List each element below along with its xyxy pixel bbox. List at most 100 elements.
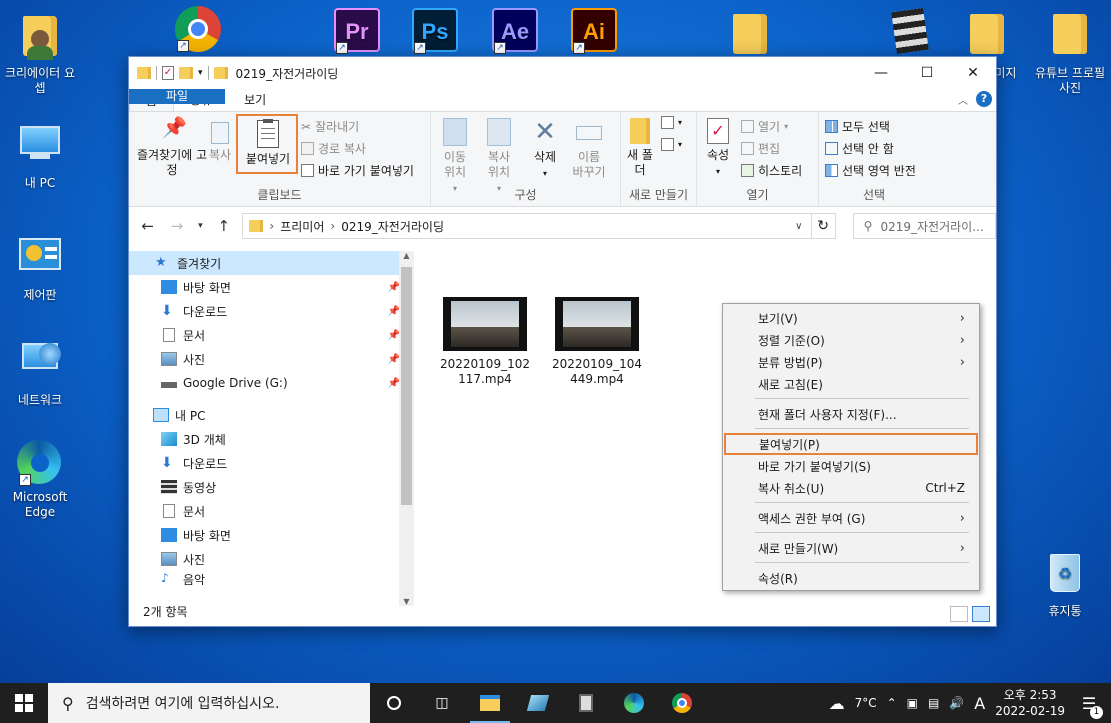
weather-temp[interactable]: 7°C	[855, 696, 877, 710]
copy-to-button[interactable]: 복사 위치 ▾	[481, 118, 517, 196]
details-view-button[interactable]	[950, 606, 968, 622]
scrollbar-thumb[interactable]	[401, 267, 412, 505]
nav-quick-access[interactable]: ★ 즐겨찾기	[129, 251, 414, 275]
nav-item-downloads[interactable]: ⬇ 다운로드 📌	[129, 299, 414, 323]
new-folder-icon[interactable]	[179, 67, 193, 79]
menu-item-new[interactable]: 새로 만들기(W) ›	[723, 537, 979, 559]
taskbar-search[interactable]: ⚲ 검색하려면 여기에 입력하십시오.	[48, 683, 370, 723]
taskbar-calculator[interactable]	[562, 683, 610, 723]
taskbar-app-notes[interactable]	[514, 683, 562, 723]
open-button[interactable]: 열기 ▾	[741, 118, 788, 135]
menu-item-paste-shortcut[interactable]: 바로 가기 붙여넣기(S)	[723, 455, 979, 477]
menu-item-properties[interactable]: 속성(R)	[723, 567, 979, 589]
new-item-button[interactable]: ▾	[661, 116, 682, 129]
scroll-down-icon[interactable]: ▼	[399, 597, 414, 606]
breadcrumb-item[interactable]: 0219_자전거라이딩	[341, 218, 444, 235]
nav-item-3d-objects[interactable]: 3D 개체	[129, 427, 414, 451]
copy-button[interactable]: 복사	[203, 120, 237, 163]
nav-item-desktop[interactable]: 바탕 화면 📌	[129, 275, 414, 299]
desktop-icon-photoshop[interactable]: Ps ↗	[395, 8, 475, 58]
desktop-icon-this-pc[interactable]: 내 PC	[0, 120, 80, 191]
file-item[interactable]: 20220109_104449.mp4	[549, 297, 645, 387]
nav-item-documents[interactable]: 문서 📌	[129, 323, 414, 347]
up-button[interactable]: ↑	[213, 217, 234, 235]
new-folder-button[interactable]: 새 폴더	[625, 118, 655, 178]
tab-file[interactable]: 파일	[129, 89, 225, 104]
desktop-icon-creator[interactable]: 크리에이터 요셉	[0, 10, 80, 96]
maximize-button[interactable]: ☐	[904, 57, 950, 89]
recent-locations-button[interactable]: ▾	[196, 221, 206, 231]
desktop-icon-chrome[interactable]: ↗	[158, 6, 238, 56]
edit-button[interactable]: 편집	[741, 140, 780, 157]
select-none-button[interactable]: 선택 안 함	[825, 140, 894, 157]
desktop-icon-after-effects[interactable]: Ae ↗	[475, 8, 555, 58]
taskbar-chrome[interactable]	[658, 683, 706, 723]
menu-item-paste[interactable]: 붙여넣기(P)	[724, 433, 978, 455]
desktop-icon-premiere[interactable]: Pr ↗	[317, 8, 397, 58]
taskbar-file-explorer[interactable]	[466, 683, 514, 723]
rename-button[interactable]: 이름 바꾸기	[571, 118, 607, 180]
invert-selection-button[interactable]: 선택 영역 반전	[825, 162, 916, 179]
task-view-button[interactable]: ◫	[418, 683, 466, 723]
select-all-button[interactable]: 모두 선택	[825, 118, 890, 135]
nav-item-pc-documents[interactable]: 문서	[129, 499, 414, 523]
address-dropdown-icon[interactable]: ∨	[795, 221, 802, 232]
clock[interactable]: 오후 2:53 2022-02-19	[995, 687, 1065, 719]
ribbon-collapse-icon[interactable]: ︿	[958, 92, 968, 107]
delete-button[interactable]: ✕ 삭제 ▾	[527, 118, 563, 181]
desktop-icon-network[interactable]: 네트워크	[0, 335, 80, 408]
nav-item-pc-pictures[interactable]: 사진	[129, 547, 414, 571]
forward-button[interactable]: →	[166, 217, 187, 235]
menu-item-customize-folder[interactable]: 현재 폴더 사용자 지정(F)...	[723, 403, 979, 425]
nav-item-pc-desktop[interactable]: 바탕 화면	[129, 523, 414, 547]
desktop-icon-film[interactable]	[870, 7, 950, 60]
back-button[interactable]: ←	[137, 217, 158, 235]
nav-item-pc-downloads[interactable]: ⬇ 다운로드	[129, 451, 414, 475]
desktop-icon-illustrator[interactable]: Ai ↗	[554, 8, 634, 58]
paste-shortcut-button[interactable]: 바로 가기 붙여넣기	[301, 162, 414, 179]
breadcrumb-item[interactable]: 프리미어	[280, 218, 324, 235]
menu-item-undo-copy[interactable]: 복사 취소(U) Ctrl+Z	[723, 477, 979, 499]
nav-this-pc[interactable]: 내 PC	[129, 403, 414, 427]
scroll-up-icon[interactable]: ▲	[399, 251, 414, 260]
tab-view[interactable]: 보기	[228, 89, 282, 111]
file-item[interactable]: 20220109_102117.mp4	[437, 297, 533, 387]
history-button[interactable]: 히스토리	[741, 162, 802, 179]
nav-item-music[interactable]: ♪ 음악	[129, 571, 414, 585]
desktop-icon-control-panel[interactable]: 제어판	[0, 232, 80, 303]
move-to-button[interactable]: 이동 위치 ▾	[437, 118, 473, 196]
close-button[interactable]: ✕	[950, 57, 996, 89]
start-button[interactable]	[0, 683, 48, 723]
network-icon[interactable]: ▤	[928, 696, 939, 710]
desktop-icon-recycle-bin[interactable]: ♻ 휴지통	[1025, 550, 1105, 619]
properties-button[interactable]: ✓ 속성 ▾	[703, 118, 733, 179]
refresh-button[interactable]: ↻	[810, 213, 836, 239]
volume-icon[interactable]: 🔊	[949, 696, 964, 710]
easy-access-button[interactable]: ▾	[661, 138, 682, 151]
copy-path-button[interactable]: 경로 복사	[301, 140, 366, 157]
desktop-icon-youtube-folder[interactable]: 유튜브 프로필사진	[1030, 8, 1110, 96]
customize-quick-access-icon[interactable]: ▾	[198, 68, 203, 78]
large-icons-view-button[interactable]	[972, 606, 990, 622]
minimize-button[interactable]: —	[858, 57, 904, 89]
nav-item-videos[interactable]: 동영상	[129, 475, 414, 499]
address-bar[interactable]: › 프리미어 › 0219_자전거라이딩 ∨	[242, 213, 812, 239]
menu-item-view[interactable]: 보기(V) ›	[723, 307, 979, 329]
pin-to-quick-access-button[interactable]: 📌 즐겨찾기에 고정	[134, 117, 210, 178]
menu-item-group-by[interactable]: 분류 방법(P) ›	[723, 351, 979, 373]
notification-button[interactable]: ☰ 1	[1075, 694, 1103, 719]
nav-item-google-drive[interactable]: Google Drive (G:) 📌	[129, 371, 414, 395]
taskbar-edge[interactable]	[610, 683, 658, 723]
help-icon[interactable]: ?	[976, 91, 992, 107]
show-hidden-icons-icon[interactable]: ⌃	[887, 696, 897, 710]
ime-indicator[interactable]: A	[974, 694, 985, 713]
cut-button[interactable]: ✂ 잘라내기	[301, 118, 359, 135]
menu-item-give-access[interactable]: 액세스 권한 부여 (G) ›	[723, 507, 979, 529]
nav-item-pictures[interactable]: 사진 📌	[129, 347, 414, 371]
menu-item-refresh[interactable]: 새로 고침(E)	[723, 373, 979, 395]
menu-item-sort-by[interactable]: 정렬 기준(O) ›	[723, 329, 979, 351]
properties-icon[interactable]: ✓	[162, 66, 174, 80]
search-box[interactable]: ⚲ 0219_자전거라이...	[852, 213, 997, 239]
device-icon[interactable]: ▣	[907, 696, 918, 710]
nav-scrollbar[interactable]: ▲ ▼	[399, 251, 414, 606]
